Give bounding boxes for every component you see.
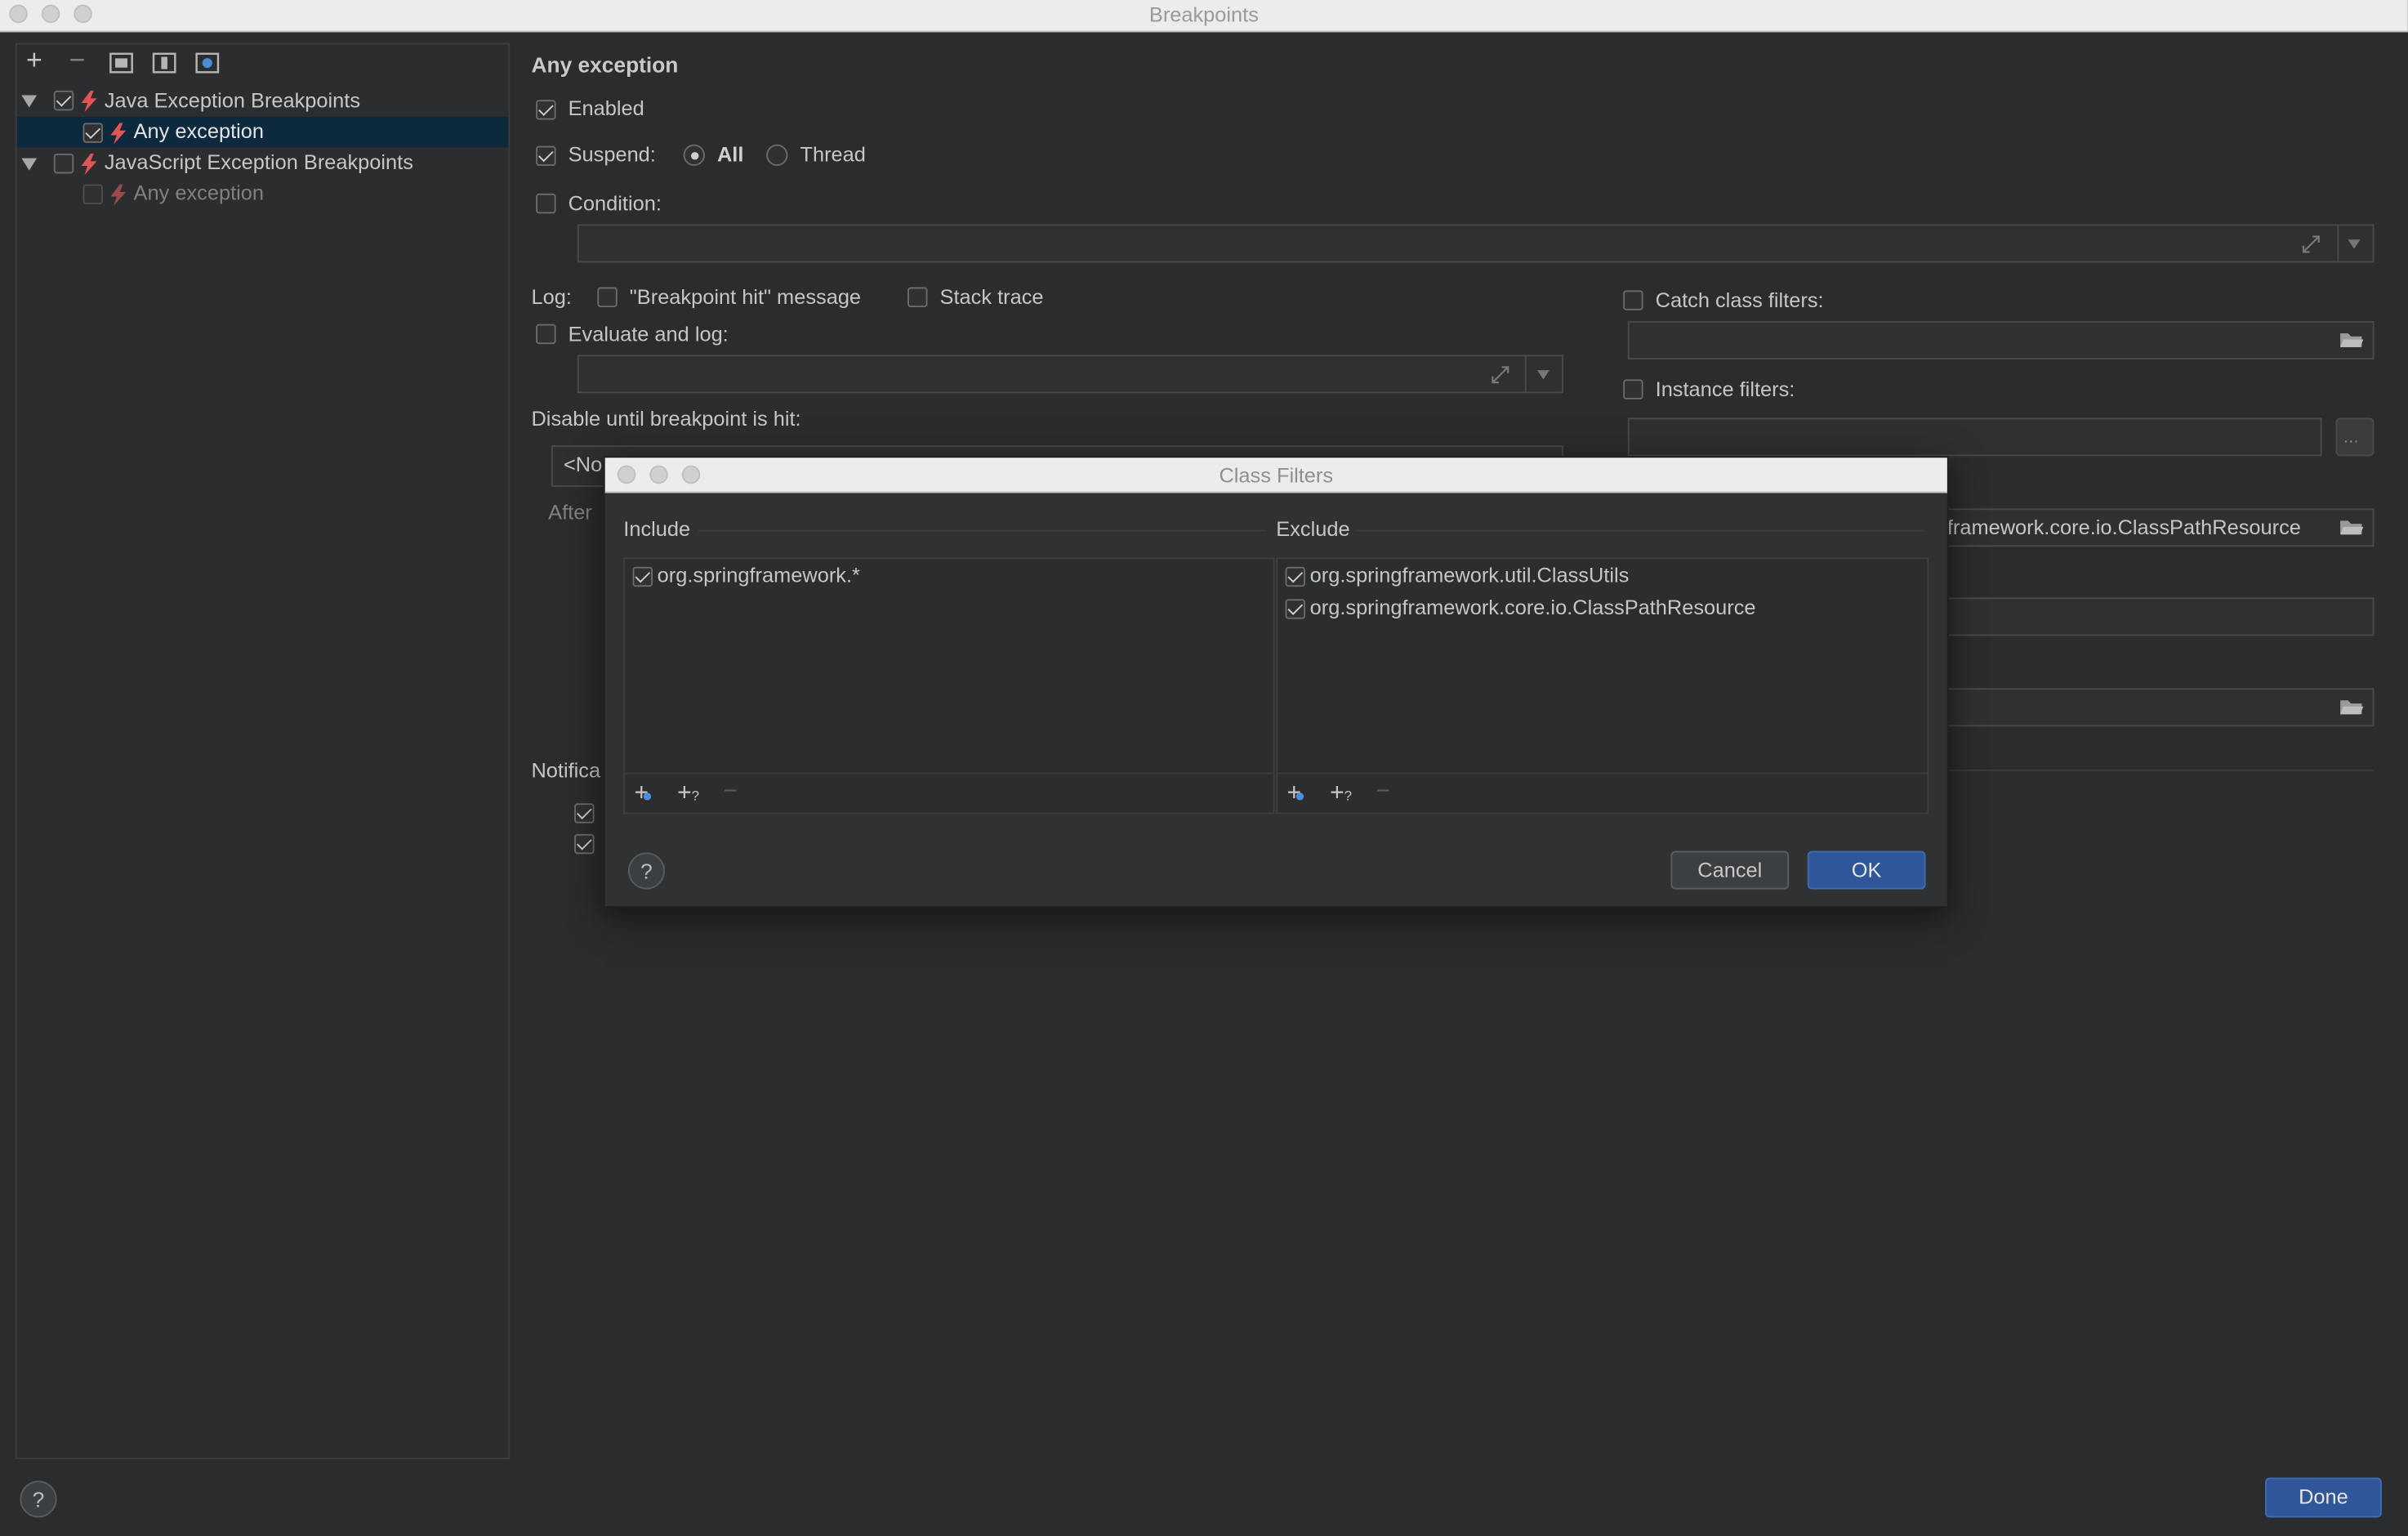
java-any-exception-label[interactable]: Any exception [134,120,264,143]
cancel-button[interactable]: Cancel [1670,851,1790,890]
breakpoints-window: Breakpoints + − Java Exception Breakpoin… [0,0,2408,1536]
add-pattern-button[interactable]: +? [1330,780,1352,808]
java-any-exception-checkbox[interactable] [82,123,103,143]
expand-editor-icon[interactable] [1490,364,1511,386]
instance-filters-checkbox[interactable] [1623,379,1643,400]
log-label: Log: [531,285,572,309]
add-class-button[interactable]: + [634,780,652,808]
exclude-item-checkbox[interactable] [1285,566,1305,587]
expand-arrow-icon[interactable] [21,158,38,171]
catch-class-filters-input[interactable] [1627,320,2375,359]
window-title: Breakpoints [1148,2,1259,26]
notification-checkbox-2[interactable] [574,833,595,855]
add-breakpoint-button[interactable]: + [26,45,42,77]
log-message-label[interactable]: "Breakpoint hit" message [630,286,861,309]
add-pattern-button[interactable]: +? [677,780,699,808]
instance-filters-input[interactable] [1627,417,2322,457]
ok-button[interactable]: OK [1807,851,1926,890]
title-bar: Breakpoints [0,0,2408,33]
include-label: Include [623,517,691,541]
log-stack-trace-label[interactable]: Stack trace [940,286,1044,309]
evaluate-and-log-label[interactable]: Evaluate and log: [569,323,729,346]
dialog-title-bar: Class Filters [604,458,1947,493]
breakpoints-tree-panel [15,42,511,1459]
js-any-exception-label[interactable]: Any exception [134,181,264,204]
log-stack-trace-checkbox[interactable] [907,287,928,307]
evaluate-input[interactable] [577,355,1563,394]
log-message-checkbox[interactable] [597,287,618,307]
include-item[interactable]: org.springframework.* [658,564,860,587]
javascript-exception-breakpoints-checkbox[interactable] [53,154,74,174]
disable-until-value: <No [563,453,603,476]
condition-input[interactable] [577,224,2375,263]
enabled-checkbox[interactable] [536,100,556,120]
suspend-label[interactable]: Suspend: [569,143,656,166]
condition-label[interactable]: Condition: [569,192,662,215]
exception-bolt-icon [110,123,127,145]
ellipsis-label: ... [2343,425,2359,448]
expand-arrow-icon[interactable] [21,95,38,108]
remove-include-button[interactable]: − [723,779,738,806]
folder-icon[interactable] [2339,516,2365,538]
remove-exclude-button[interactable]: − [1376,779,1390,806]
notification-checkbox-1[interactable] [574,803,595,824]
catch-class-filters-checkbox[interactable] [1623,290,1643,310]
after-hit-label: After [548,500,592,525]
java-exception-breakpoints-checkbox[interactable] [53,90,74,111]
suspend-thread-label[interactable]: Thread [800,143,865,166]
exclude-label: Exclude [1276,517,1350,541]
exclude-list[interactable]: org.springframework.util.ClassUtils org.… [1276,557,1929,815]
disable-until-label: Disable until breakpoint is hit: [531,407,801,431]
js-any-exception-checkbox[interactable] [82,184,103,205]
exclude-item[interactable]: org.springframework.core.io.ClassPathRes… [1310,596,1756,618]
folder-icon[interactable] [2339,328,2365,350]
include-item-checkbox[interactable] [632,566,653,587]
help-button[interactable]: ? [20,1480,57,1518]
details-title: Any exception [531,51,679,77]
group-by-file-icon[interactable] [152,52,176,74]
suspend-thread-radio[interactable] [766,144,788,167]
notifications-label: Notifica [531,758,601,782]
evaluate-history-dropdown-icon[interactable] [1536,370,1550,380]
exception-bolt-icon [81,154,97,176]
java-exception-breakpoints-label[interactable]: Java Exception Breakpoints [105,89,360,112]
exclude-item-checkbox[interactable] [1285,599,1305,619]
catch-class-filters-label[interactable]: Catch class filters: [1656,288,1824,311]
suspend-all-label[interactable]: All [717,143,743,166]
suspend-all-radio[interactable] [683,144,705,167]
done-button[interactable]: Done [2265,1477,2382,1518]
dialog-title: Class Filters [1219,463,1334,487]
exception-bolt-icon [81,90,97,113]
expand-editor-icon[interactable] [2300,234,2321,255]
enabled-label[interactable]: Enabled [569,96,644,119]
javascript-exception-breakpoints-label[interactable]: JavaScript Exception Breakpoints [105,150,413,173]
remove-breakpoint-button[interactable]: − [69,45,86,77]
evaluate-and-log-checkbox[interactable] [536,324,556,345]
exception-bolt-icon [110,184,127,206]
group-by-class-icon[interactable] [195,52,220,74]
group-by-package-icon[interactable] [109,52,133,74]
class-filters-value: framework.core.io.ClassPathResource [1946,516,2301,539]
condition-history-dropdown-icon[interactable] [2348,239,2361,249]
suspend-checkbox[interactable] [536,145,556,167]
instance-filters-label[interactable]: Instance filters: [1656,377,1795,400]
exclude-item[interactable]: org.springframework.util.ClassUtils [1310,564,1630,587]
condition-checkbox[interactable] [536,193,556,214]
folder-icon[interactable] [2339,696,2365,717]
dialog-help-button[interactable]: ? [627,852,666,890]
include-list[interactable]: org.springframework.* + +? − [623,557,1275,815]
add-class-button[interactable]: + [1286,780,1304,808]
class-filters-dialog: Class Filters Include Exclude org.spring… [603,456,1949,909]
